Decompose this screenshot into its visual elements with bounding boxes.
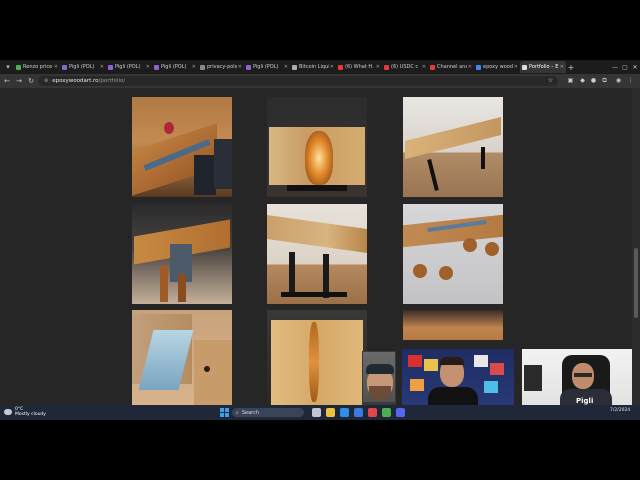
bookmark-star-icon[interactable]: ☆ bbox=[546, 76, 555, 85]
gallery-image[interactable] bbox=[267, 310, 367, 405]
favicon-icon bbox=[522, 64, 527, 70]
tab-label: Pigli (POL) bbox=[69, 64, 95, 70]
favicon-icon bbox=[430, 64, 435, 70]
tab-label: Renzo price bbox=[23, 64, 53, 70]
start-button[interactable] bbox=[220, 408, 229, 417]
taskbar-search[interactable]: ⌕ Search bbox=[232, 408, 304, 417]
discord-icon[interactable] bbox=[396, 408, 405, 417]
new-tab-button[interactable]: + bbox=[566, 63, 576, 72]
file-explorer-icon[interactable] bbox=[326, 408, 335, 417]
gallery-image[interactable] bbox=[403, 310, 503, 340]
favicon-icon bbox=[154, 64, 159, 70]
video-participant-2 bbox=[402, 349, 514, 413]
tab-search-icon[interactable]: ▾ bbox=[2, 61, 14, 73]
forward-icon[interactable]: → bbox=[14, 76, 24, 86]
scrollbar-thumb[interactable] bbox=[634, 248, 638, 318]
favicon-icon bbox=[16, 64, 21, 70]
tab-10[interactable]: Channel ana ✕ bbox=[428, 61, 474, 73]
gallery-image[interactable] bbox=[403, 204, 503, 304]
store-icon[interactable] bbox=[354, 408, 363, 417]
tab-label: Pigli (POL) bbox=[253, 64, 279, 70]
tab-label: Pigli (POL) bbox=[115, 64, 141, 70]
tab-1[interactable]: Renzo price ✕ bbox=[14, 61, 60, 73]
close-icon[interactable]: ✕ bbox=[100, 64, 104, 70]
shirt-logo: Pigli bbox=[576, 397, 594, 405]
tab-7[interactable]: Bitcoin Liqui ✕ bbox=[290, 61, 336, 73]
weather-desc: Mostly cloudy bbox=[15, 412, 46, 417]
extension-icon[interactable]: ▣ bbox=[566, 76, 575, 85]
close-icon[interactable]: ✕ bbox=[330, 64, 334, 70]
tab-label: Pigli (POL) bbox=[161, 64, 187, 70]
edge-icon[interactable] bbox=[340, 408, 349, 417]
tab-label: Portfolio – E bbox=[529, 64, 559, 70]
tab-strip: ▾ Renzo price ✕ Pigli (POL) ✕ Pigli (POL) ✕… bbox=[0, 60, 640, 74]
close-icon[interactable]: ✕ bbox=[514, 64, 518, 70]
tab-2[interactable]: Pigli (POL) ✕ bbox=[60, 61, 106, 73]
gallery-image[interactable] bbox=[403, 97, 503, 197]
video-participant-3: Pigli bbox=[522, 349, 632, 413]
extension-icon[interactable]: ◆ bbox=[578, 76, 587, 85]
favicon-icon bbox=[200, 64, 205, 70]
close-window-icon[interactable]: ✕ bbox=[628, 60, 640, 74]
address-bar[interactable]: ⊜ epoxywoodart.ro/portfolio/ bbox=[38, 76, 558, 86]
chrome-icon[interactable] bbox=[382, 408, 391, 417]
tab-5[interactable]: privacy-pols ✕ bbox=[198, 61, 244, 73]
gallery-image[interactable] bbox=[132, 204, 232, 304]
toolbar: ← → ↻ ⊜ epoxywoodart.ro/portfolio/ ☆ ▣ ◆… bbox=[0, 74, 640, 88]
favicon-icon bbox=[62, 64, 67, 70]
site-info-icon[interactable]: ⊜ bbox=[44, 78, 48, 84]
close-icon[interactable]: ✕ bbox=[560, 64, 564, 70]
tab-3[interactable]: Pigli (POL) ✕ bbox=[106, 61, 152, 73]
tab-label: privacy-pols bbox=[207, 64, 237, 70]
close-icon[interactable]: ✕ bbox=[146, 64, 150, 70]
screen: ▾ Renzo price ✕ Pigli (POL) ✕ Pigli (POL) ✕… bbox=[0, 0, 640, 480]
gallery-image[interactable] bbox=[267, 204, 367, 304]
extension-icon[interactable]: ● bbox=[589, 76, 598, 85]
reload-icon[interactable]: ↻ bbox=[26, 76, 36, 86]
gallery-image[interactable] bbox=[267, 97, 367, 197]
app-icon[interactable] bbox=[368, 408, 377, 417]
profile-avatar[interactable]: ◉ bbox=[614, 76, 623, 85]
favicon-icon bbox=[384, 64, 389, 70]
favicon-icon bbox=[292, 64, 297, 70]
url-host: epoxywoodart.ro bbox=[52, 78, 99, 84]
menu-dots-icon[interactable]: ⋮ bbox=[626, 76, 635, 85]
search-label: Search bbox=[241, 409, 259, 416]
scrollbar[interactable] bbox=[632, 88, 640, 405]
favicon-icon bbox=[108, 64, 113, 70]
tab-label: epoxy wood bbox=[483, 64, 513, 70]
tab-label: (6) What H. bbox=[345, 64, 374, 70]
favicon-icon bbox=[476, 64, 481, 70]
tab-label: Channel ana bbox=[437, 64, 467, 70]
close-icon[interactable]: ✕ bbox=[422, 64, 426, 70]
tab-8[interactable]: (6) What H. ✕ bbox=[336, 61, 382, 73]
weather-widget[interactable]: 0°C Mostly cloudy bbox=[4, 407, 46, 417]
close-icon[interactable]: ✕ bbox=[192, 64, 196, 70]
back-icon[interactable]: ← bbox=[2, 76, 12, 86]
tab-6[interactable]: Pigli (POL) ✕ bbox=[244, 61, 290, 73]
search-icon: ⌕ bbox=[236, 409, 239, 416]
favicon-icon bbox=[246, 64, 251, 70]
tab-label: (6) USDC c bbox=[391, 64, 419, 70]
tab-9[interactable]: (6) USDC c ✕ bbox=[382, 61, 428, 73]
close-icon[interactable]: ✕ bbox=[54, 64, 58, 70]
close-icon[interactable]: ✕ bbox=[284, 64, 288, 70]
url-path: /portfolio/ bbox=[98, 78, 126, 84]
task-view-icon[interactable] bbox=[312, 408, 321, 417]
gallery-image[interactable] bbox=[132, 310, 232, 405]
tab-11[interactable]: epoxy wood ✕ bbox=[474, 61, 520, 73]
close-icon[interactable]: ✕ bbox=[468, 64, 472, 70]
close-icon[interactable]: ✕ bbox=[238, 64, 242, 70]
gallery-image[interactable] bbox=[132, 97, 232, 197]
favicon-icon bbox=[338, 64, 343, 70]
extensions-puzzle-icon[interactable]: ⧉ bbox=[600, 76, 609, 85]
taskbar-date: 7/2/2024 bbox=[610, 408, 631, 413]
tab-portfolio-active[interactable]: Portfolio – E ✕ bbox=[520, 61, 566, 73]
cloud-icon bbox=[4, 409, 12, 415]
taskbar: 0°C Mostly cloudy ⌕ Search 7/2/2024 bbox=[0, 405, 640, 420]
tab-label: Bitcoin Liqui bbox=[299, 64, 329, 70]
close-icon[interactable]: ✕ bbox=[376, 64, 380, 70]
tab-4[interactable]: Pigli (POL) ✕ bbox=[152, 61, 198, 73]
